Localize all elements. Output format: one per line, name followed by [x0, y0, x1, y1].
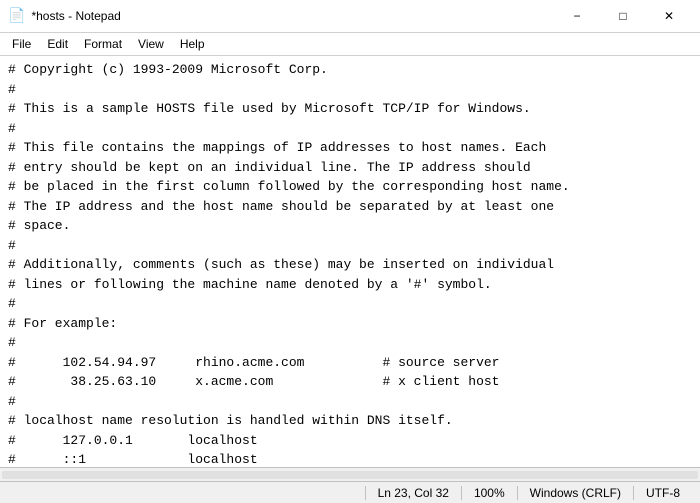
status-encoding: UTF-8	[633, 486, 692, 500]
title-bar-left: 📄 *hosts - Notepad	[8, 8, 121, 25]
title-bar: 📄 *hosts - Notepad − □ ✕	[0, 0, 700, 33]
minimize-button[interactable]: −	[554, 6, 600, 26]
menu-help[interactable]: Help	[172, 35, 213, 53]
horizontal-scrollbar[interactable]	[0, 467, 700, 481]
status-bar: Ln 23, Col 32 100% Windows (CRLF) UTF-8	[0, 481, 700, 503]
maximize-button[interactable]: □	[600, 6, 646, 26]
menu-view[interactable]: View	[130, 35, 172, 53]
editor-content[interactable]: # Copyright (c) 1993-2009 Microsoft Corp…	[0, 56, 700, 467]
app-icon: 📄	[8, 8, 25, 25]
menu-file[interactable]: File	[4, 35, 39, 53]
status-zoom: 100%	[461, 486, 517, 500]
menu-format[interactable]: Format	[76, 35, 130, 53]
menu-bar: File Edit Format View Help	[0, 33, 700, 56]
menu-edit[interactable]: Edit	[39, 35, 76, 53]
title-text: *hosts - Notepad	[31, 9, 120, 23]
status-line-ending: Windows (CRLF)	[517, 486, 633, 500]
status-position: Ln 23, Col 32	[365, 486, 461, 500]
scrollbar-track	[2, 471, 698, 479]
title-bar-controls: − □ ✕	[554, 6, 692, 26]
close-button[interactable]: ✕	[646, 6, 692, 26]
editor-area[interactable]: # Copyright (c) 1993-2009 Microsoft Corp…	[0, 56, 700, 467]
